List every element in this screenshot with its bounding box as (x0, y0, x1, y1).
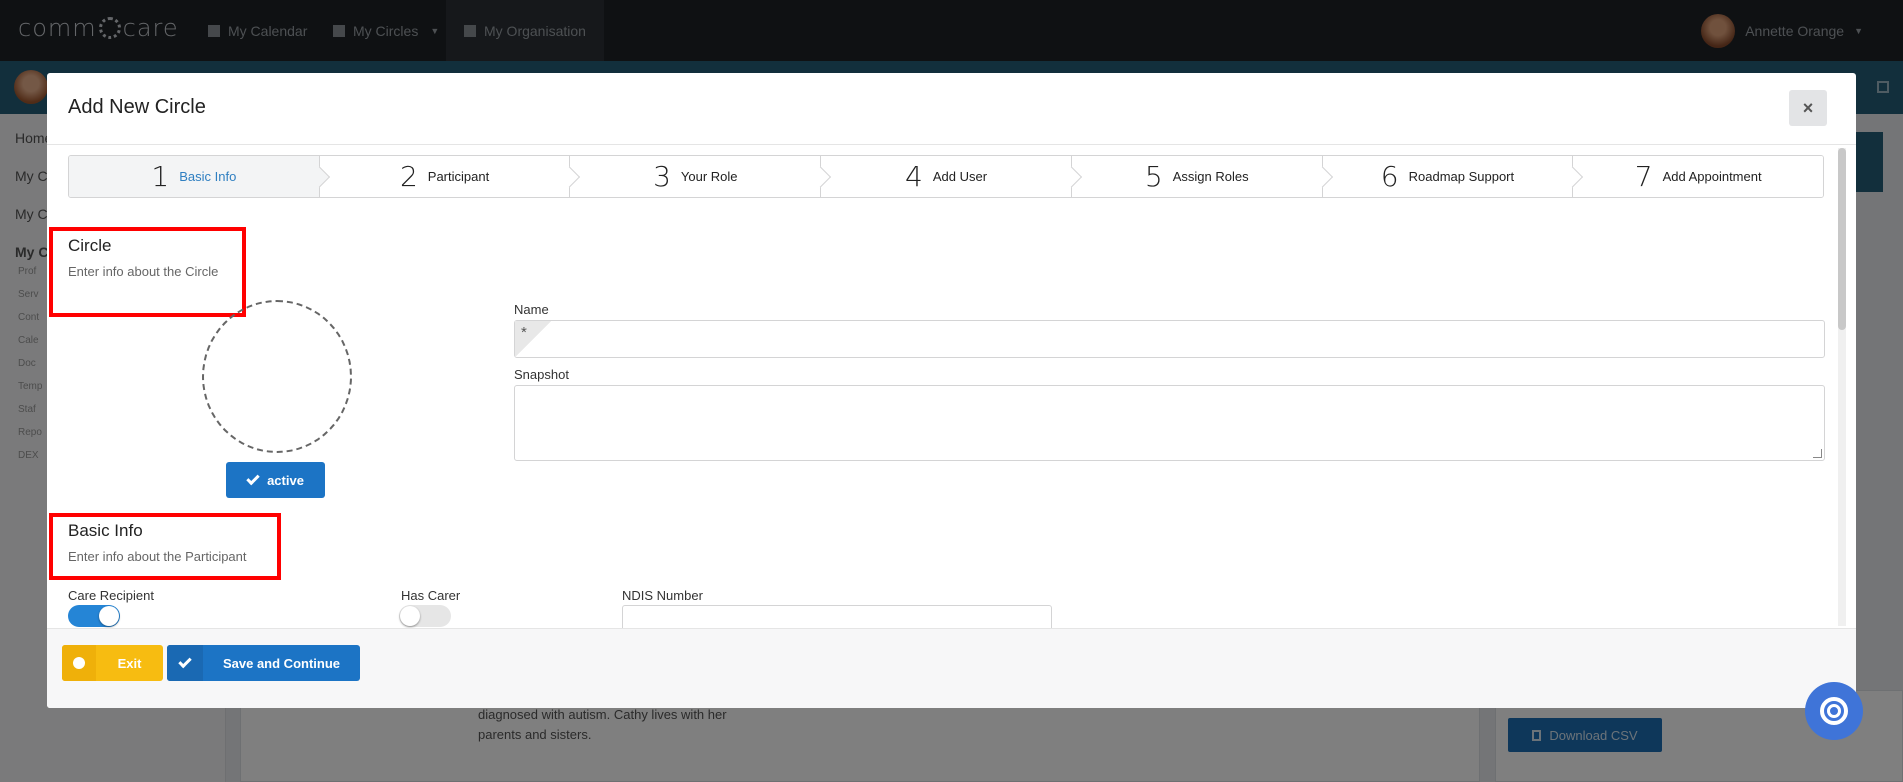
step-number: 6 (1380, 160, 1399, 193)
step-roadmap-support[interactable]: 6 Roadmap Support (1322, 156, 1574, 197)
basic-info-section-title: Basic Info (68, 521, 143, 540)
step-add-user[interactable]: 4 Add User (821, 156, 1072, 197)
step-number: 5 (1144, 160, 1163, 193)
has-carer-toggle[interactable] (399, 605, 451, 627)
wizard-stepper: 1 Basic Info 2 Participant 3 Your Role 4… (68, 155, 1824, 198)
step-basic-info[interactable]: 1 Basic Info (69, 156, 320, 197)
step-number: 3 (653, 160, 671, 193)
modal-footer: Exit Save and Continue (47, 628, 1856, 708)
circle-section-subtitle: Enter info about the Circle (68, 264, 219, 279)
step-label: Your Role (680, 169, 738, 184)
toggle-knob (99, 606, 119, 626)
resize-handle-icon[interactable] (1813, 449, 1822, 458)
step-participant[interactable]: 2 Participant (319, 156, 571, 197)
active-button-label: active (267, 472, 304, 488)
lifebuoy-icon (1820, 697, 1848, 725)
modal-title: Add New Circle (68, 96, 206, 118)
step-number: 2 (399, 160, 418, 193)
step-number: 7 (1634, 160, 1653, 193)
exit-button[interactable]: Exit (62, 645, 163, 681)
close-button[interactable]: × (1789, 90, 1827, 126)
step-number: 1 (151, 160, 170, 193)
exit-button-label: Exit (117, 655, 142, 671)
save-and-continue-button[interactable]: Save and Continue (167, 645, 360, 681)
care-recipient-label: Care Recipient (68, 588, 154, 603)
step-number: 4 (905, 160, 923, 193)
toggle-knob (400, 606, 420, 626)
circle-image-upload[interactable] (202, 300, 352, 453)
exit-arrow-icon (62, 645, 96, 681)
step-your-role[interactable]: 3 Your Role (570, 156, 822, 197)
has-carer-label: Has Carer (401, 588, 461, 603)
step-add-appointment[interactable]: 7 Add Appointment (1573, 156, 1823, 197)
step-assign-roles[interactable]: 5 Assign Roles (1071, 156, 1323, 197)
step-label: Participant (427, 169, 490, 184)
check-icon (167, 645, 203, 681)
step-label: Roadmap Support (1408, 169, 1515, 184)
snapshot-textarea[interactable] (514, 385, 1825, 461)
name-label: Name (514, 302, 549, 317)
step-label: Basic Info (179, 169, 237, 184)
ndis-number-label: NDIS Number (622, 588, 703, 603)
step-label: Add Appointment (1662, 169, 1762, 184)
step-label: Assign Roles (1172, 169, 1249, 184)
check-icon (246, 471, 260, 485)
basic-info-section-subtitle: Enter info about the Participant (68, 549, 247, 564)
scrollbar-thumb[interactable] (1838, 148, 1846, 330)
add-circle-modal: Add New Circle × 1 Basic Info 2 Particip… (47, 73, 1856, 708)
step-label: Add User (932, 169, 988, 184)
modal-scrollbar[interactable] (1838, 148, 1846, 626)
name-input[interactable]: * (514, 320, 1825, 358)
care-recipient-toggle[interactable] (68, 605, 120, 627)
circle-section-title: Circle (68, 236, 112, 255)
required-asterisk: * (521, 324, 527, 341)
modal-header: Add New Circle × (47, 73, 1856, 145)
snapshot-label: Snapshot (514, 367, 569, 382)
active-toggle-button[interactable]: active (226, 462, 325, 498)
help-lifebuoy-button[interactable] (1805, 682, 1863, 740)
save-button-label: Save and Continue (222, 655, 341, 671)
